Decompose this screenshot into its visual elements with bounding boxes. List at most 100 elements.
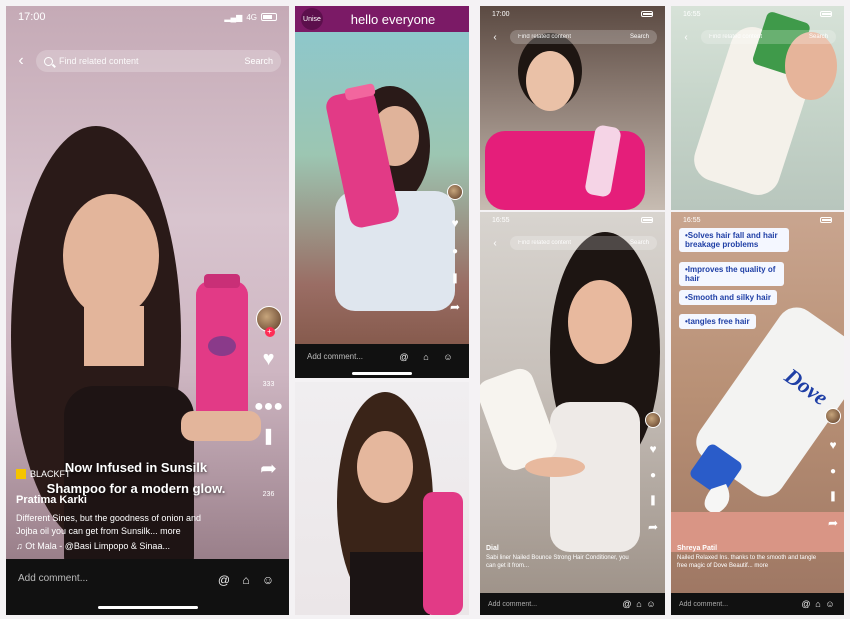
home-indicator xyxy=(352,372,412,375)
search-input[interactable]: Find related content Search xyxy=(510,30,657,44)
battery-icon xyxy=(820,11,832,17)
back-arrow-icon[interactable]: ‹ xyxy=(488,238,502,249)
emoji-icon[interactable]: ☺ xyxy=(439,352,457,362)
mention-icon[interactable]: @ xyxy=(621,599,633,609)
bookmark-icon[interactable]: ❚ xyxy=(451,273,459,284)
mention-icon[interactable]: @ xyxy=(800,599,812,609)
back-arrow-icon[interactable]: ‹ xyxy=(679,32,693,43)
comment-icon[interactable]: ● xyxy=(452,246,458,257)
action-rail: + ♥ 333 ●●● ❚ ➦ 236 xyxy=(254,306,283,498)
benefit-4: •tangles free hair xyxy=(679,314,756,329)
search-icon xyxy=(44,56,53,66)
battery-icon xyxy=(820,217,832,223)
search-row: ‹ Find related content Search xyxy=(488,30,657,44)
comment-input[interactable]: Add comment... xyxy=(307,352,391,361)
music-label[interactable]: ♫ Ot Mala - @Basi Limpopo & Sinaa... xyxy=(16,540,216,553)
comment-bar: Add comment... @ ⌂ ☺ xyxy=(295,344,469,378)
header-banner: Unise hello everyone xyxy=(295,6,469,32)
status-time: 16:55 xyxy=(683,216,701,224)
comment-bar: Add comment... @ ⌂ ☺ xyxy=(6,559,289,615)
comment-icon[interactable]: ●●● xyxy=(254,398,283,416)
search-button[interactable]: Search xyxy=(630,240,649,246)
search-row: ‹ Find related content Search xyxy=(14,50,281,72)
search-button[interactable]: Search xyxy=(809,34,828,40)
panel-3-pink-shirt-video: 17:00 ‹ Find related content Search xyxy=(480,6,665,210)
search-input[interactable]: Find related content Search xyxy=(36,50,281,72)
share-icon[interactable]: ➦ xyxy=(648,520,658,534)
search-row: ‹ Find related content Search xyxy=(679,30,836,44)
status-time: 17:00 xyxy=(492,10,510,18)
benefit-1: •Solves hair fall and hair breakage prob… xyxy=(679,228,789,252)
panel-1-sunsilk-video: 17:00 ▂▄▆ 4G ‹ Find related content Sear… xyxy=(6,6,289,615)
gift-icon[interactable]: ⌂ xyxy=(812,599,824,609)
gift-icon[interactable]: ⌂ xyxy=(633,599,645,609)
caption-text: Nailed Relaxed Ins. thanks to the smooth… xyxy=(677,554,817,570)
comment-icon[interactable]: ● xyxy=(650,470,656,481)
share-icon[interactable]: ➦ xyxy=(260,456,277,481)
share-count: 236 xyxy=(262,491,275,498)
status-time: 16:55 xyxy=(683,10,701,18)
header-title: hello everyone xyxy=(350,11,436,27)
back-arrow-icon[interactable]: ‹ xyxy=(14,52,28,70)
video-caption: BLACKFT Pratima Karki Different Sines, b… xyxy=(16,468,216,553)
status-time: 17:00 xyxy=(18,11,46,23)
gift-icon[interactable]: ⌂ xyxy=(237,573,255,587)
benefit-3: •Smooth and silky hair xyxy=(679,290,777,305)
creator-avatar[interactable] xyxy=(645,412,661,428)
panel-4-dove-hand-video: 16:55 ‹ Find related content Search ♥ ● … xyxy=(480,212,665,615)
heart-icon[interactable]: ♥ xyxy=(263,348,275,371)
comment-input[interactable]: Add comment... xyxy=(488,601,621,608)
mention-icon[interactable]: @ xyxy=(215,573,233,587)
creator-username[interactable]: Shreya Patil xyxy=(677,544,827,554)
comment-input[interactable]: Add comment... xyxy=(18,573,211,584)
battery-icon xyxy=(641,217,653,223)
follow-plus-icon[interactable]: + xyxy=(264,327,275,337)
search-button[interactable]: Search xyxy=(244,56,273,66)
action-rail: ♥ ● ❚ ➦ xyxy=(447,184,463,314)
heart-icon[interactable]: ♥ xyxy=(451,216,458,230)
heart-icon[interactable]: ♥ xyxy=(649,442,656,456)
action-rail: ♥ ● ❚ ➦ xyxy=(645,412,661,534)
battery-icon xyxy=(261,13,277,21)
share-icon[interactable]: ➦ xyxy=(450,300,460,314)
creator-avatar[interactable]: + xyxy=(255,306,282,337)
badge-icon xyxy=(16,469,26,480)
badge-label: BLACKFT xyxy=(30,469,71,479)
search-input[interactable]: Find related content Search xyxy=(701,30,836,44)
panel-5-dove-bottle-video: 16:55 ‹ Find related content Search xyxy=(671,6,844,210)
benefit-2: •Improves the quality of hair xyxy=(679,262,784,286)
caption-text: Different Sines, but the goodness of oni… xyxy=(16,512,201,536)
home-indicator xyxy=(97,606,198,609)
comment-input[interactable]: Add comment... xyxy=(679,601,800,608)
comment-icon[interactable]: ● xyxy=(830,466,836,477)
creator-username[interactable]: Dial xyxy=(486,544,636,554)
video-caption: Dial Sabi liner Nailed Bounce Strong Hai… xyxy=(486,544,636,571)
like-count: 333 xyxy=(262,381,275,388)
panel-2-pink-bottle-video: Unise hello everyone ♥ ● ❚ ➦ Add comment… xyxy=(295,6,469,378)
creator-avatar[interactable] xyxy=(447,184,463,200)
search-button[interactable]: Search xyxy=(630,34,649,40)
share-icon[interactable]: ➦ xyxy=(828,516,838,530)
status-time: 16:55 xyxy=(492,216,510,224)
channel-logo: Unise xyxy=(301,8,323,30)
emoji-icon[interactable]: ☺ xyxy=(645,599,657,609)
emoji-icon[interactable]: ☺ xyxy=(824,599,836,609)
search-input[interactable]: Find related content Search xyxy=(510,236,657,250)
bookmark-icon[interactable]: ❚ xyxy=(829,491,837,502)
bookmark-icon[interactable]: ❚ xyxy=(262,426,275,446)
emoji-icon[interactable]: ☺ xyxy=(259,573,277,587)
creator-username[interactable]: Pratima Karki xyxy=(16,493,216,508)
status-bar: 17:00 ▂▄▆ 4G xyxy=(6,6,289,28)
bookmark-icon[interactable]: ❚ xyxy=(649,495,657,506)
signal-icon: ▂▄▆ xyxy=(224,12,243,22)
panel-6-dove-benefits-video: 16:55 •Solves hair fall and hair breakag… xyxy=(671,212,844,615)
gift-icon[interactable]: ⌂ xyxy=(417,352,435,362)
action-rail: ♥ ● ❚ ➦ xyxy=(825,408,841,530)
mention-icon[interactable]: @ xyxy=(395,352,413,362)
back-arrow-icon[interactable]: ‹ xyxy=(488,32,502,43)
video-frame-woman xyxy=(337,392,463,615)
search-placeholder: Find related content xyxy=(59,56,139,66)
heart-icon[interactable]: ♥ xyxy=(829,438,836,452)
creator-avatar[interactable] xyxy=(825,408,841,424)
search-row: ‹ Find related content Search xyxy=(488,236,657,250)
